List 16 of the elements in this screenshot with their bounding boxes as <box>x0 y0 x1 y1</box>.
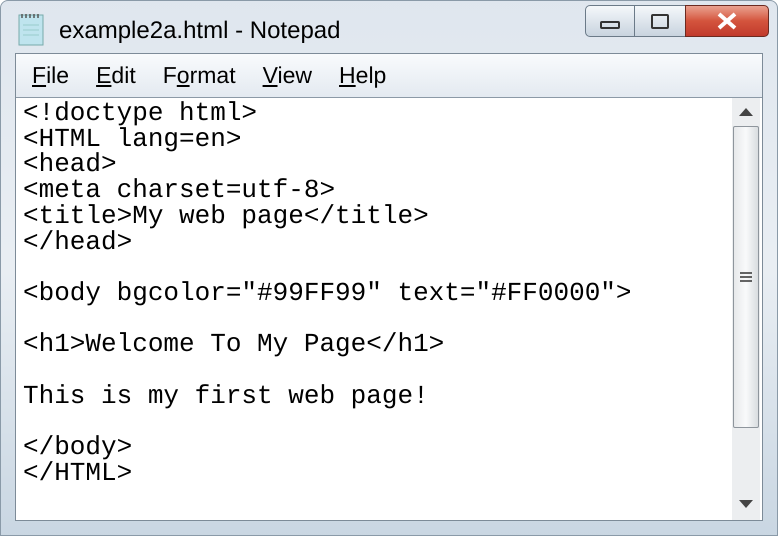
vertical-scrollbar[interactable] <box>732 98 760 520</box>
text-content[interactable]: <!doctype html> <HTML lang=en> <head> <meta charset=utf-8> <title>My web page</title> </head> <body bgcolor="#99FF99" text="#FF0000"> <h1>Welcome To My Page</h1> This is my first web page! </body> </HTML> <box>16 98 732 520</box>
maximize-button[interactable] <box>635 5 685 37</box>
close-button[interactable] <box>685 5 769 37</box>
grip-icon <box>740 272 752 282</box>
menu-item[interactable]: Edit <box>96 64 136 87</box>
menu-item[interactable]: View <box>262 64 312 87</box>
menu-item[interactable]: File <box>32 64 70 87</box>
window-title: example2a.html - Notepad <box>59 16 340 46</box>
scrollbar-thumb[interactable] <box>733 126 759 428</box>
menu-item[interactable]: Help <box>339 64 386 87</box>
scroll-up-icon[interactable] <box>739 108 753 116</box>
close-icon <box>716 12 738 30</box>
scroll-down-icon[interactable] <box>739 500 753 508</box>
minimize-button[interactable] <box>585 5 635 37</box>
menu-item[interactable]: Format <box>162 64 236 87</box>
